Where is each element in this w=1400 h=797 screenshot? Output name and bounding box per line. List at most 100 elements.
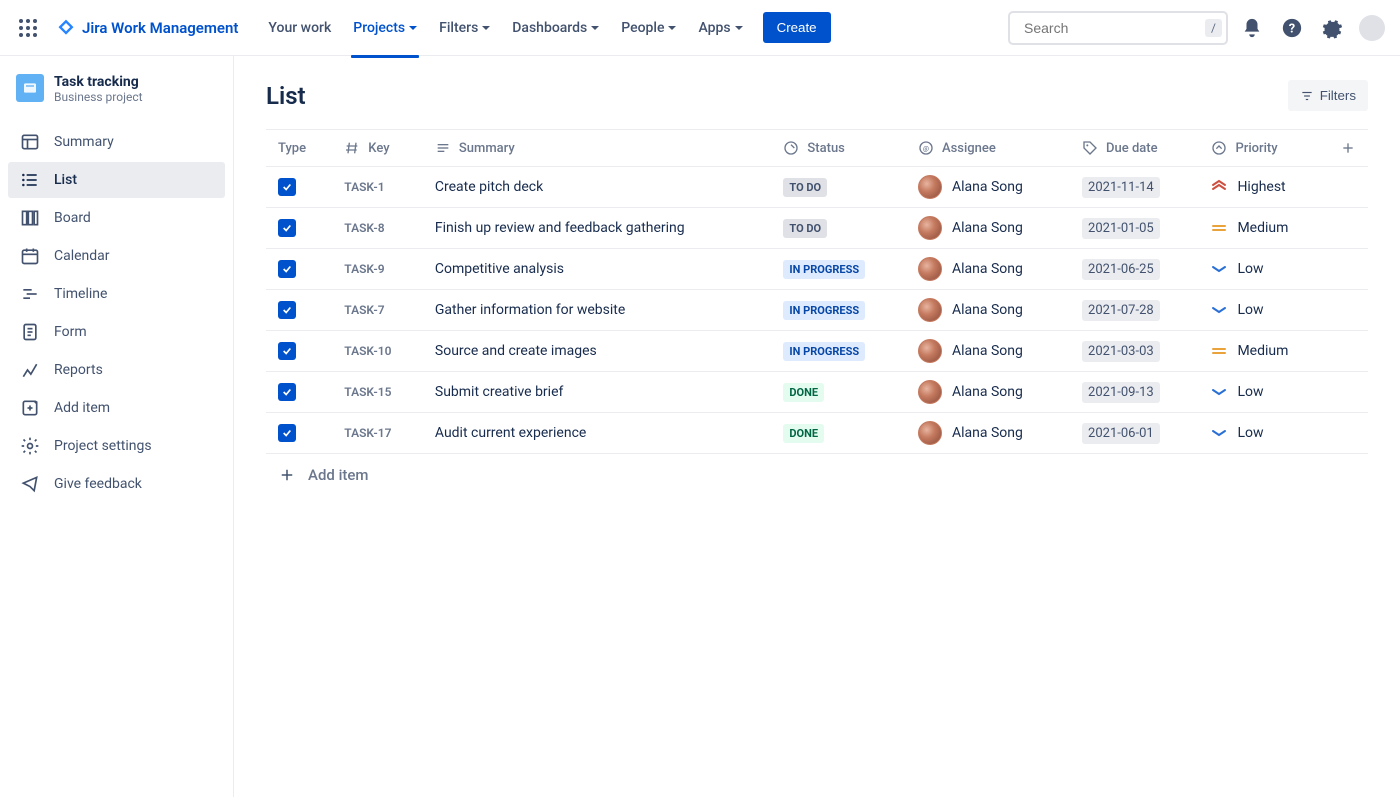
col-assignee[interactable]: @Assignee (906, 130, 1070, 167)
priority-cell[interactable]: Medium (1211, 343, 1316, 359)
due-date[interactable]: 2021-11-14 (1082, 177, 1160, 198)
priority-label: Low (1237, 302, 1263, 318)
issue-summary[interactable]: Finish up review and feedback gathering (423, 208, 772, 249)
app-switcher-icon[interactable] (12, 12, 44, 44)
col-type[interactable]: Type (266, 130, 332, 167)
chevron-down-icon (668, 26, 676, 30)
due-date[interactable]: 2021-01-05 (1082, 218, 1160, 239)
sidebar-item-timeline[interactable]: Timeline (8, 276, 225, 312)
sidebar-item-reports[interactable]: Reports (8, 352, 225, 388)
table-row[interactable]: TASK-10 Source and create images IN PROGRE… (266, 331, 1368, 372)
issue-key[interactable]: TASK-10 (344, 344, 391, 358)
status-lozenge[interactable]: DONE (783, 424, 824, 443)
sidebar-item-give-feedback[interactable]: Give feedback (8, 466, 225, 502)
priority-cell[interactable]: Medium (1211, 220, 1316, 236)
nav-item-label: Filters (439, 20, 478, 36)
priority-cell[interactable]: Low (1211, 302, 1316, 318)
nav-item-your-work[interactable]: Your work (258, 14, 341, 42)
svg-text:?: ? (1289, 21, 1295, 36)
status-lozenge[interactable]: IN PROGRESS (783, 260, 865, 279)
profile-avatar[interactable] (1356, 12, 1388, 44)
issue-summary[interactable]: Gather information for website (423, 290, 772, 331)
sidebar-item-summary[interactable]: Summary (8, 124, 225, 160)
add-column-button[interactable] (1328, 130, 1368, 167)
col-status[interactable]: Status (771, 130, 906, 167)
assignee-cell[interactable]: Alana Song (918, 380, 1058, 404)
issue-key[interactable]: TASK-9 (344, 262, 384, 276)
issue-summary[interactable]: Submit creative brief (423, 372, 772, 413)
create-button[interactable]: Create (763, 12, 831, 43)
assignee-cell[interactable]: Alana Song (918, 339, 1058, 363)
status-lozenge[interactable]: TO DO (783, 219, 827, 238)
chevron-down-icon (482, 26, 490, 30)
col-due[interactable]: Due date (1070, 130, 1199, 167)
due-date[interactable]: 2021-03-03 (1082, 341, 1160, 362)
due-date[interactable]: 2021-07-28 (1082, 300, 1160, 321)
priority-cell[interactable]: Low (1211, 384, 1316, 400)
issue-key[interactable]: TASK-1 (344, 180, 384, 194)
assignee-name: Alana Song (952, 220, 1023, 236)
priority-label: Low (1237, 261, 1263, 277)
status-lozenge[interactable]: DONE (783, 383, 824, 402)
filters-button[interactable]: Filters (1288, 80, 1368, 111)
issue-summary[interactable]: Audit current experience (423, 413, 772, 454)
product-logo[interactable]: Jira Work Management (48, 18, 246, 38)
search-box[interactable]: / (1008, 11, 1228, 45)
nav-item-filters[interactable]: Filters (429, 14, 500, 42)
assignee-cell[interactable]: Alana Song (918, 421, 1058, 445)
nav-item-projects[interactable]: Projects (343, 14, 427, 42)
nav-item-people[interactable]: People (611, 14, 686, 42)
sidebar-item-label: Board (54, 210, 91, 226)
status-lozenge[interactable]: IN PROGRESS (783, 301, 865, 320)
status-lozenge[interactable]: IN PROGRESS (783, 342, 865, 361)
issue-summary[interactable]: Source and create images (423, 331, 772, 372)
assignee-name: Alana Song (952, 384, 1023, 400)
assignee-cell[interactable]: Alana Song (918, 216, 1058, 240)
nav-item-dashboards[interactable]: Dashboards (502, 14, 609, 42)
sidebar-item-list[interactable]: List (8, 162, 225, 198)
task-type-icon (278, 178, 296, 196)
sidebar-item-form[interactable]: Form (8, 314, 225, 350)
assignee-avatar (918, 216, 942, 240)
sidebar-item-calendar[interactable]: Calendar (8, 238, 225, 274)
issue-summary[interactable]: Competitive analysis (423, 249, 772, 290)
due-date[interactable]: 2021-06-01 (1082, 423, 1160, 444)
col-priority[interactable]: Priority (1199, 130, 1328, 167)
issue-summary[interactable]: Create pitch deck (423, 167, 772, 208)
assignee-avatar (918, 257, 942, 281)
issue-key[interactable]: TASK-17 (344, 426, 391, 440)
nav-item-apps[interactable]: Apps (688, 14, 752, 42)
assignee-cell[interactable]: Alana Song (918, 298, 1058, 322)
table-row[interactable]: TASK-15 Submit creative brief DONE Alana So… (266, 372, 1368, 413)
search-input[interactable] (1024, 20, 1205, 36)
due-date[interactable]: 2021-06-25 (1082, 259, 1160, 280)
priority-cell[interactable]: Low (1211, 425, 1316, 441)
table-row[interactable]: TASK-17 Audit current experience DONE Alana… (266, 413, 1368, 454)
table-row[interactable]: TASK-7 Gather information for website IN P… (266, 290, 1368, 331)
project-header[interactable]: Task tracking Business project (8, 74, 225, 118)
priority-cell[interactable]: Low (1211, 261, 1316, 277)
status-icon (783, 140, 799, 156)
sidebar-item-add-item[interactable]: Add item (8, 390, 225, 426)
assignee-cell[interactable]: Alana Song (918, 257, 1058, 281)
sidebar-item-project-settings[interactable]: Project settings (8, 428, 225, 464)
nav-item-label: Dashboards (512, 20, 587, 36)
table-row[interactable]: TASK-1 Create pitch deck TO DO Alana Song 20… (266, 167, 1368, 208)
due-date[interactable]: 2021-09-13 (1082, 382, 1160, 403)
add-item-row[interactable]: Add item (266, 454, 1368, 496)
assignee-cell[interactable]: Alana Song (918, 175, 1058, 199)
notifications-icon[interactable] (1236, 12, 1268, 44)
table-row[interactable]: TASK-9 Competitive analysis IN PROGRESS Ala… (266, 249, 1368, 290)
col-summary[interactable]: Summary (423, 130, 772, 167)
issue-key[interactable]: TASK-8 (344, 221, 384, 235)
col-key[interactable]: Key (332, 130, 423, 167)
issue-key[interactable]: TASK-7 (344, 303, 384, 317)
priority-cell[interactable]: Highest (1211, 179, 1316, 195)
issue-key[interactable]: TASK-15 (344, 385, 391, 399)
settings-icon[interactable] (1316, 12, 1348, 44)
sidebar-item-board[interactable]: Board (8, 200, 225, 236)
status-lozenge[interactable]: TO DO (783, 178, 827, 197)
table-row[interactable]: TASK-8 Finish up review and feedback gath… (266, 208, 1368, 249)
sidebar-item-label: Reports (54, 362, 103, 378)
help-icon[interactable]: ? (1276, 12, 1308, 44)
